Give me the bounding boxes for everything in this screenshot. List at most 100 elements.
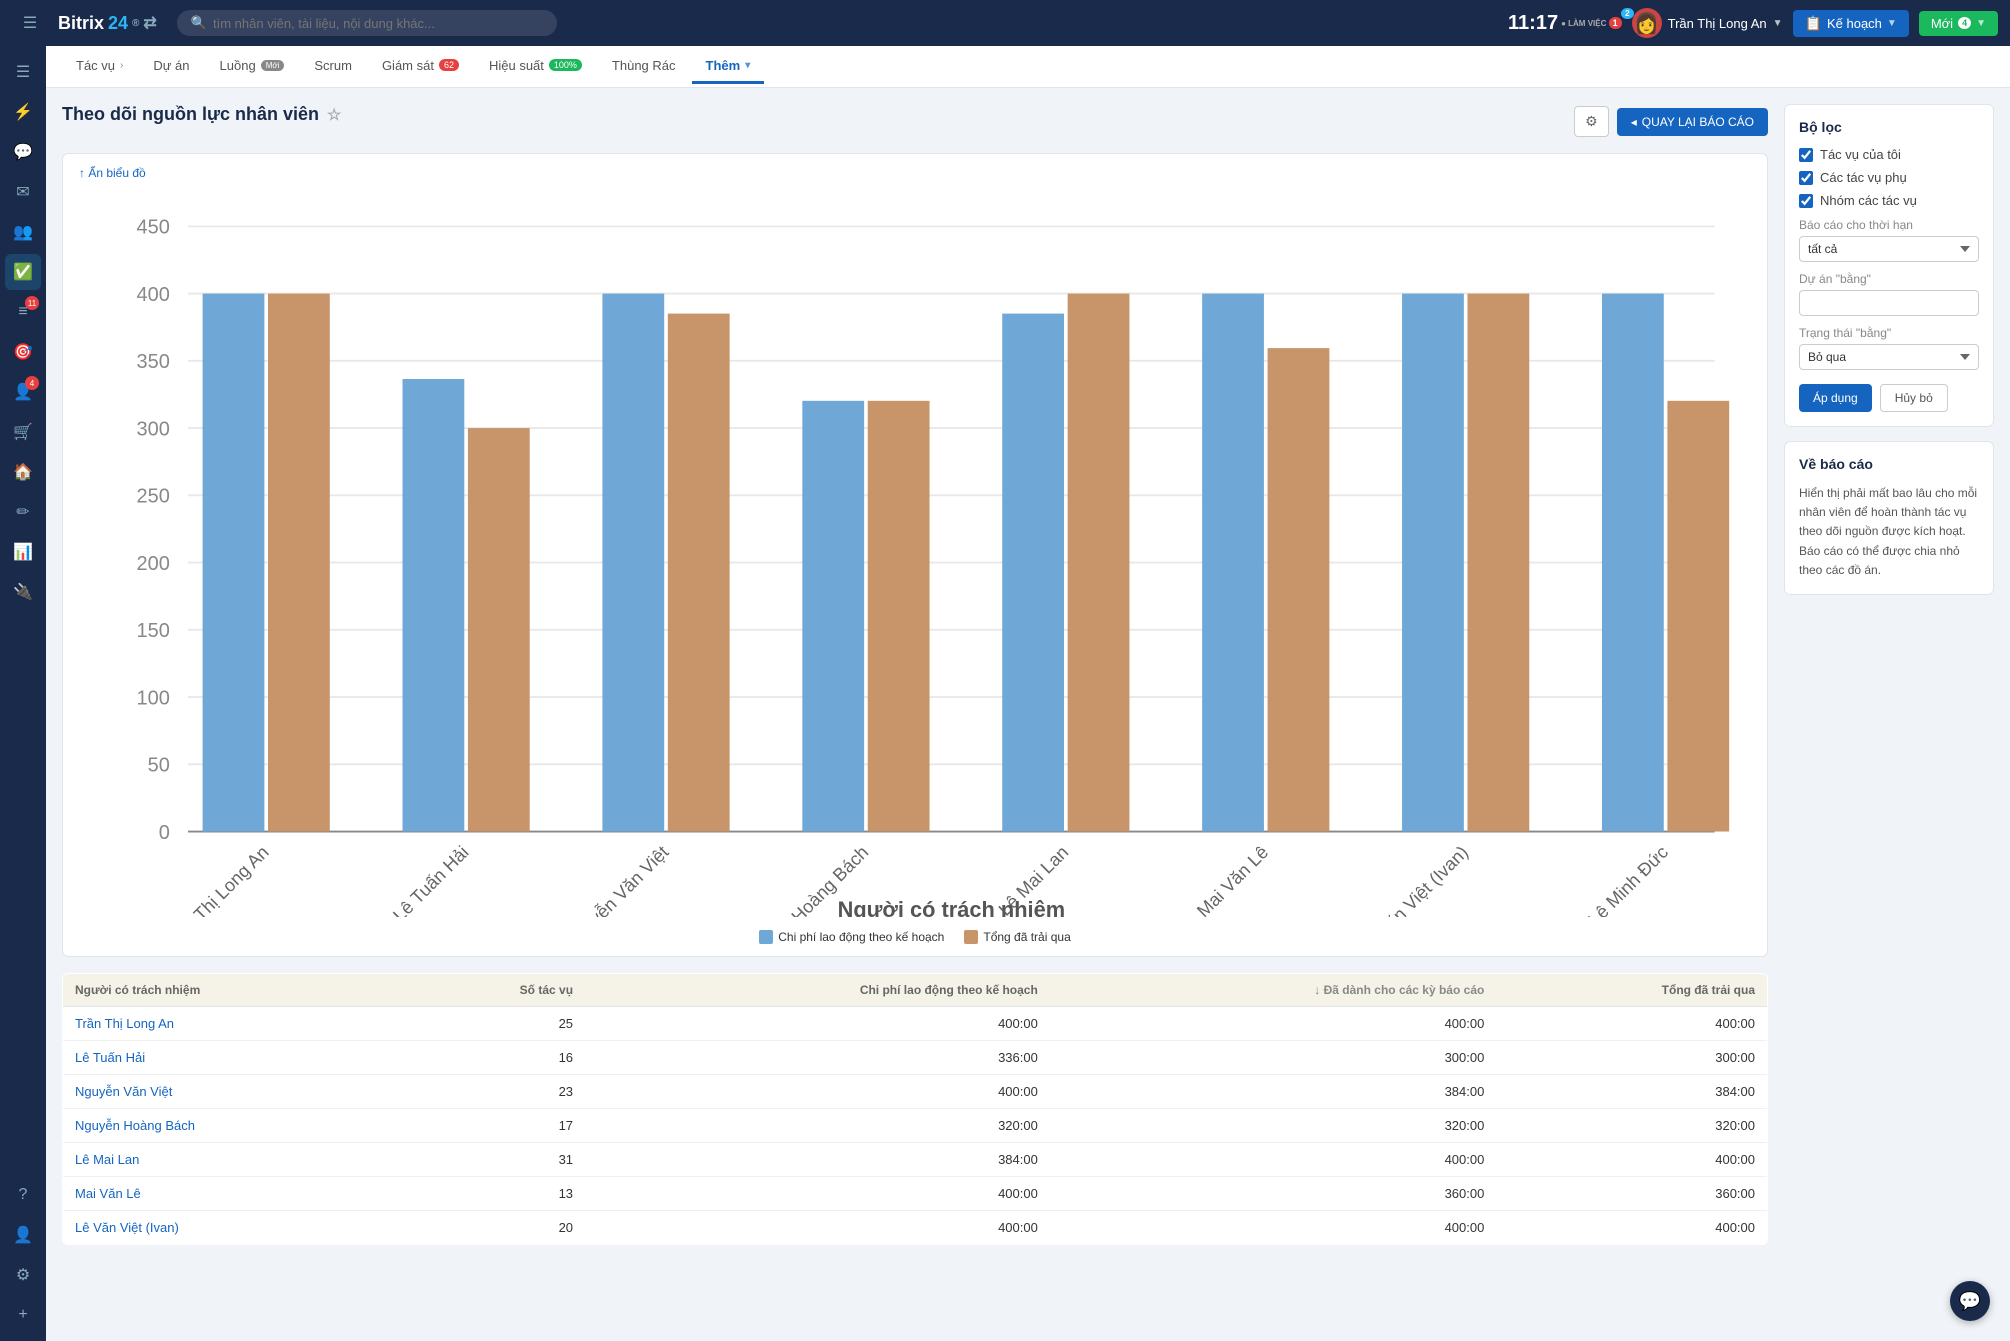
filter-status-select[interactable]: Bỏ qua: [1799, 344, 1979, 370]
sidebar-item-people[interactable]: 👥: [5, 214, 41, 250]
sidebar-item-list[interactable]: ≡ 11: [5, 294, 41, 330]
bar-group-2: Nguyễn Văn Việt: [562, 294, 730, 917]
row-name-link[interactable]: Nguyễn Hoàng Bách: [75, 1118, 195, 1133]
col-header-planned: Chi phí lao động theo kế hoạch: [585, 973, 1050, 1006]
sidebar-item-menu[interactable]: ☰: [5, 54, 41, 90]
apply-button[interactable]: Áp dụng: [1799, 384, 1872, 412]
svg-text:100: 100: [137, 687, 170, 709]
row-name-link[interactable]: Nguyễn Văn Việt: [75, 1084, 172, 1099]
row-name-link[interactable]: Lê Tuấn Hải: [75, 1050, 145, 1065]
about-text: Hiển thị phải mất bao lâu cho mỗi nhân v…: [1799, 484, 1979, 580]
sidebar-item-activity[interactable]: ⚡: [5, 94, 41, 130]
row-name-link[interactable]: Lê Mai Lan: [75, 1152, 139, 1167]
cell-period: 400:00: [1050, 1006, 1497, 1040]
legend-actual: Tổng đã trải qua: [964, 930, 1070, 944]
tab-scrum[interactable]: Scrum: [300, 50, 366, 84]
new-chevron-icon: ▼: [1976, 18, 1986, 29]
sidebar-item-help[interactable]: ?: [5, 1177, 41, 1213]
svg-text:300: 300: [137, 418, 170, 440]
col-header-tasks: Số tác vụ: [407, 973, 585, 1006]
cell-period: 400:00: [1050, 1142, 1497, 1176]
row-name-link[interactable]: Trần Thị Long An: [75, 1016, 174, 1031]
app-logo: Bitrix24 ® ⇄: [58, 13, 157, 34]
bar-group-3: Nguyễn Hoàng Bách: [739, 401, 929, 917]
sidebar-item-tasks[interactable]: ✅: [5, 254, 41, 290]
legend-planned: Chi phí lao động theo kế hoạch: [759, 930, 944, 944]
plan-icon: 📋: [1805, 15, 1822, 32]
search-bar[interactable]: 🔍: [177, 10, 557, 36]
table-row: Lê Tuấn Hải 16 336:00 300:00 300:00: [63, 1040, 1768, 1074]
settings-button[interactable]: ⚙: [1574, 106, 1609, 137]
hieu-suat-badge: 100%: [549, 59, 582, 71]
svg-text:Lê Minh Đức: Lê Minh Đức: [1584, 842, 1672, 917]
svg-text:450: 450: [137, 217, 170, 239]
sidebar-item-email[interactable]: ✉: [5, 174, 41, 210]
search-input[interactable]: [213, 16, 543, 31]
menu-icon[interactable]: ☰: [12, 5, 48, 41]
tab-thung-rac[interactable]: Thùng Rác: [598, 50, 690, 84]
main-content: Theo dõi nguồn lực nhân viên ☆ ⚙ ◂ QUAY …: [46, 88, 2010, 1341]
giam-sat-badge: 62: [439, 59, 459, 71]
chat-fab[interactable]: 💬: [1950, 1281, 1990, 1321]
sidebar-item-chart[interactable]: 📊: [5, 534, 41, 570]
sidebar-item-edit[interactable]: ✏: [5, 494, 41, 530]
tab-luong[interactable]: Luồng Mới: [206, 50, 299, 84]
bar-group-6: Lê Văn Việt (Ivan): [1355, 294, 1529, 917]
cell-name: Lê Tuấn Hải: [63, 1040, 408, 1074]
cell-planned: 400:00: [585, 1176, 1050, 1210]
back-report-button[interactable]: ◂ QUAY LẠI BÁO CÁO: [1617, 108, 1768, 136]
cell-tasks: 23: [407, 1074, 585, 1108]
filter-sub-tasks: Các tác vụ phụ: [1799, 170, 1979, 185]
filter-group-tasks-checkbox[interactable]: [1799, 194, 1813, 208]
row-name-link[interactable]: Lê Văn Việt (Ivan): [75, 1220, 179, 1235]
filter-time-section: Báo cáo cho thời hạn tất cả: [1799, 218, 1979, 262]
sidebar-item-chat[interactable]: 💬: [5, 134, 41, 170]
table-row: Nguyễn Văn Việt 23 400:00 384:00 384:00: [63, 1074, 1768, 1108]
legend-planned-color: [759, 930, 773, 944]
sidebar-item-settings[interactable]: ⚙: [5, 1257, 41, 1293]
cell-planned: 400:00: [585, 1074, 1050, 1108]
row-name-link[interactable]: Mai Văn Lê: [75, 1186, 141, 1201]
user-menu[interactable]: 👩 Trần Thị Long An ▼: [1632, 8, 1783, 38]
chart-toggle[interactable]: ↑ Ẩn biểu đồ: [79, 166, 1751, 180]
sidebar-item-profile[interactable]: 👤: [5, 1217, 41, 1253]
svg-text:Lê Tuấn Hải: Lê Tuấn Hải: [389, 842, 472, 917]
chart-legend: Chi phí lao động theo kế hoạch Tổng đã t…: [79, 930, 1751, 944]
sidebar-item-plugin[interactable]: 🔌: [5, 574, 41, 610]
svg-text:Lê Văn Việt (Ivan): Lê Văn Việt (Ivan): [1355, 842, 1472, 917]
cell-period: 384:00: [1050, 1074, 1497, 1108]
sidebar: ☰ ⚡ 💬 ✉ 👥 ✅ ≡ 11 🎯 👤 4 🛒 🏠 ✏ 📊 🔌 ? 👤 ⚙ +: [0, 46, 46, 1341]
tab-bar: Tác vụ › Dự án Luồng Mới Scrum Giám sát …: [46, 46, 2010, 88]
filter-actions: Áp dụng Hủy bỏ: [1799, 384, 1979, 412]
sidebar-item-goals[interactable]: 🎯: [5, 334, 41, 370]
svg-text:350: 350: [137, 351, 170, 373]
filter-time-select[interactable]: tất cả: [1799, 236, 1979, 262]
cell-planned: 336:00: [585, 1040, 1050, 1074]
cell-tasks: 16: [407, 1040, 585, 1074]
tab-giam-sat[interactable]: Giám sát 62: [368, 50, 473, 84]
tab-hieu-suat[interactable]: Hiệu suất 100%: [475, 50, 596, 84]
star-icon[interactable]: ☆: [327, 105, 341, 125]
sidebar-item-home[interactable]: 🏠: [5, 454, 41, 490]
plan-button[interactable]: 📋 Kế hoạch ▼: [1793, 10, 1909, 37]
filter-my-tasks-checkbox[interactable]: [1799, 148, 1813, 162]
tab-tasks[interactable]: Tác vụ ›: [62, 50, 137, 84]
sidebar-item-shop[interactable]: 🛒: [5, 414, 41, 450]
svg-text:250: 250: [137, 486, 170, 508]
col-header-actual: Tổng đã trải qua: [1496, 973, 1767, 1006]
back-icon: ◂: [1631, 115, 1637, 129]
filter-sub-tasks-checkbox[interactable]: [1799, 171, 1813, 185]
cell-actual: 300:00: [1496, 1040, 1767, 1074]
cancel-button[interactable]: Hủy bỏ: [1880, 384, 1948, 412]
legend-actual-color: [964, 930, 978, 944]
filter-project-input[interactable]: [1799, 290, 1979, 316]
title-actions: ⚙ ◂ QUAY LẠI BÁO CÁO: [1574, 106, 1768, 137]
sidebar-item-hr[interactable]: 👤 4: [5, 374, 41, 410]
sidebar-item-add[interactable]: +: [5, 1297, 41, 1333]
tab-them[interactable]: Thêm ▾: [692, 50, 765, 84]
cell-name: Nguyễn Hoàng Bách: [63, 1108, 408, 1142]
cell-tasks: 25: [407, 1006, 585, 1040]
tab-projects[interactable]: Dự án: [139, 50, 203, 84]
svg-text:200: 200: [137, 553, 170, 575]
new-button[interactable]: Mới 4 ▼: [1919, 11, 1998, 36]
